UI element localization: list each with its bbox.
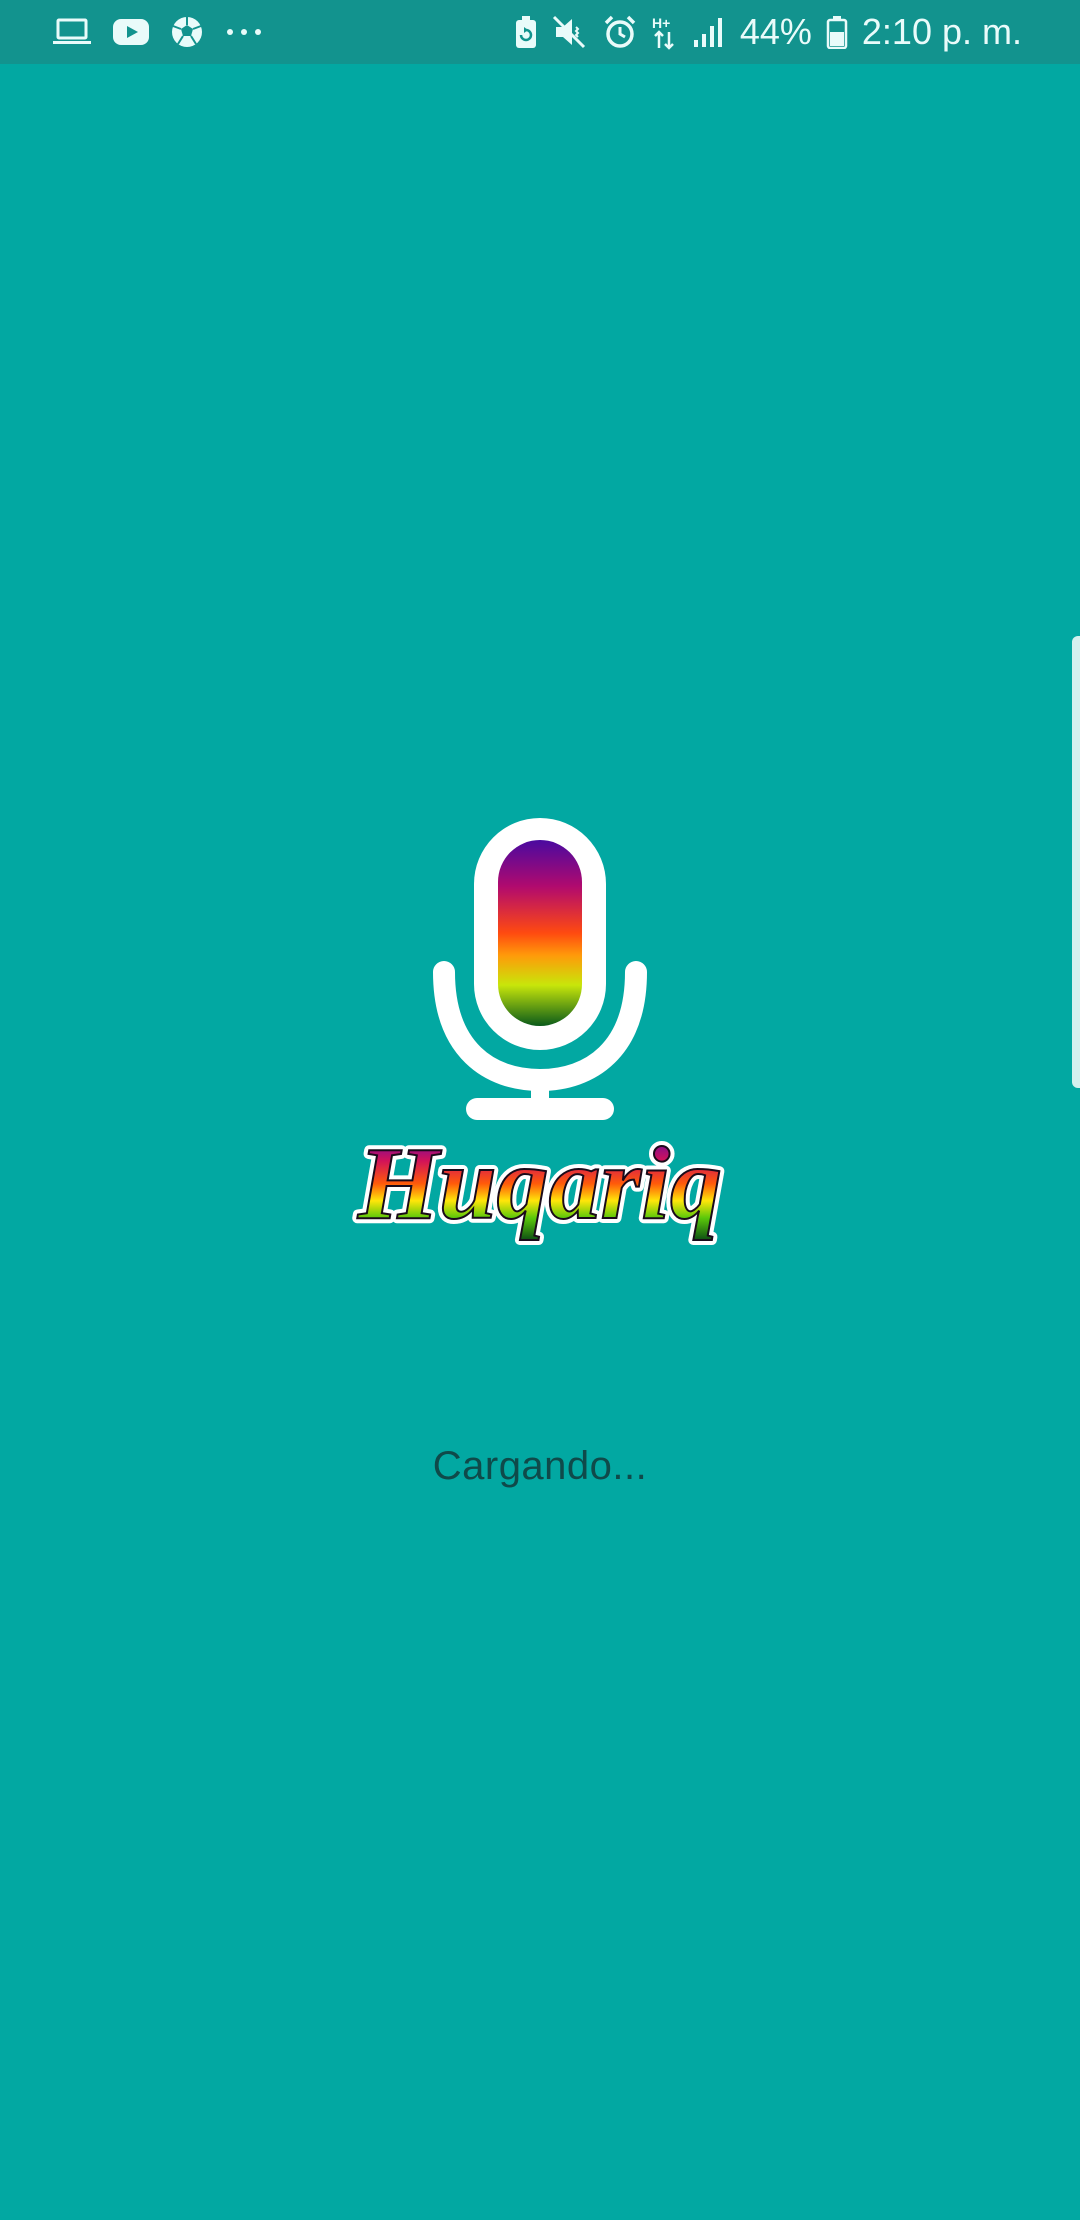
network-type-label: H+ — [652, 15, 670, 31]
youtube-icon — [112, 18, 150, 46]
status-bar-system: H+ 44% 2:10 p. m. — [500, 10, 1022, 54]
battery-percent: 44% — [739, 11, 812, 52]
network-type-icon: H+ — [652, 14, 678, 50]
signal-icon — [692, 16, 726, 48]
status-bar: H+ 44% 2:10 p. m. — [0, 0, 1080, 64]
app-logo: Huqariq Huqariq — [340, 1118, 740, 1258]
mute-icon — [552, 15, 588, 49]
more-dots-icon — [224, 27, 264, 37]
clock: 2:10 p. m. — [861, 11, 1022, 52]
edge-panel-handle[interactable] — [1072, 636, 1080, 1088]
microphone-icon — [430, 812, 650, 1124]
battery-icon — [826, 15, 848, 49]
laptop-icon — [52, 17, 92, 47]
loading-text: Cargando... — [432, 1444, 648, 1488]
soccer-ball-icon — [170, 15, 204, 49]
battery-saver-icon — [514, 15, 538, 49]
alarm-icon — [602, 14, 638, 50]
app-logo-text-overlay: Huqariq — [357, 1126, 722, 1241]
status-bar-notifications — [52, 10, 284, 54]
